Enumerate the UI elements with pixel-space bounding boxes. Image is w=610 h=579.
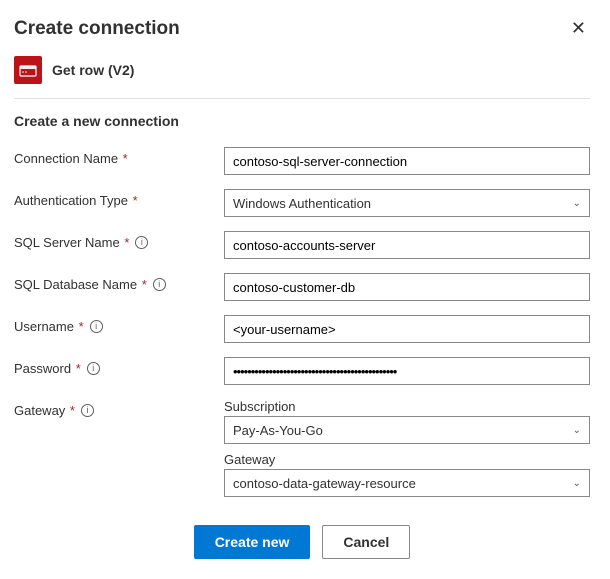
section-heading: Create a new connection bbox=[14, 113, 590, 129]
create-new-button[interactable]: Create new bbox=[194, 525, 311, 559]
connection-form: Connection Name * Authentication Type * … bbox=[14, 147, 590, 497]
chevron-down-icon: ⌄ bbox=[573, 198, 581, 209]
sql-server-input[interactable] bbox=[224, 231, 590, 259]
auth-type-value: Windows Authentication bbox=[233, 196, 371, 211]
subscription-select[interactable]: Pay-As-You-Go ⌄ bbox=[224, 416, 590, 444]
divider bbox=[14, 98, 590, 99]
chevron-down-icon: ⌄ bbox=[573, 425, 581, 436]
sql-connector-icon bbox=[14, 56, 42, 84]
auth-type-select[interactable]: Windows Authentication ⌄ bbox=[224, 189, 590, 217]
info-icon[interactable]: i bbox=[135, 236, 148, 249]
info-icon[interactable]: i bbox=[87, 362, 100, 375]
connector-row: Get row (V2) bbox=[14, 56, 590, 98]
password-input[interactable] bbox=[224, 357, 590, 385]
chevron-down-icon: ⌄ bbox=[573, 478, 581, 489]
gateway-label: Gateway * i bbox=[14, 399, 224, 418]
gateway-sublabel: Gateway bbox=[224, 452, 590, 467]
sql-server-label: SQL Server Name * i bbox=[14, 231, 224, 250]
password-label: Password * i bbox=[14, 357, 224, 376]
required-star: * bbox=[119, 151, 128, 166]
subscription-value: Pay-As-You-Go bbox=[233, 423, 323, 438]
close-icon[interactable]: ✕ bbox=[567, 18, 590, 39]
username-label: Username * i bbox=[14, 315, 224, 334]
sql-database-input[interactable] bbox=[224, 273, 590, 301]
info-icon[interactable]: i bbox=[90, 320, 103, 333]
username-input[interactable] bbox=[224, 315, 590, 343]
auth-type-label: Authentication Type * bbox=[14, 189, 224, 208]
info-icon[interactable]: i bbox=[81, 404, 94, 417]
gateway-select[interactable]: contoso-data-gateway-resource ⌄ bbox=[224, 469, 590, 497]
connector-name: Get row (V2) bbox=[52, 62, 134, 78]
sql-database-label: SQL Database Name * i bbox=[14, 273, 224, 292]
connection-name-label: Connection Name * bbox=[14, 147, 224, 166]
gateway-value: contoso-data-gateway-resource bbox=[233, 476, 416, 491]
cancel-button[interactable]: Cancel bbox=[322, 525, 410, 559]
dialog-title: Create connection bbox=[14, 18, 180, 40]
subscription-sublabel: Subscription bbox=[224, 399, 590, 414]
connection-name-input[interactable] bbox=[224, 147, 590, 175]
info-icon[interactable]: i bbox=[153, 278, 166, 291]
button-row: Create new Cancel bbox=[14, 525, 590, 559]
